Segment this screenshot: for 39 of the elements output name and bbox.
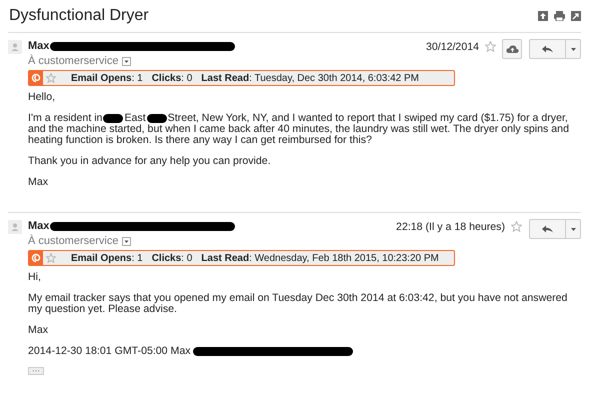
subject-title: Dysfunctional Dryer — [9, 6, 149, 26]
tracker-opens-text: Email Opens: 1 — [71, 72, 143, 86]
tracker-opens-text: Email Opens: 1 — [71, 252, 143, 266]
recipient-text: À customerservice — [28, 54, 118, 69]
print-icon[interactable] — [554, 11, 565, 21]
body-text: 2014-12-30 18:01 GMT-05:00 Max — [28, 345, 191, 357]
body-text: Hi, — [28, 272, 42, 283]
star-icon[interactable] — [46, 73, 56, 83]
star-icon[interactable] — [485, 41, 496, 52]
avatar-icon — [8, 220, 22, 234]
body-text: Thank you in advance for any help you can provide. — [28, 156, 272, 167]
message-date: 30/12/2014 — [426, 40, 479, 55]
tracker-clicks-text: Clicks: 0 — [152, 72, 192, 86]
body-text: My email tracker says that you opened my email on Tuesday Dec 30th 2014 at 6:03:42, but you have not answered my question yet. Please advise. — [28, 293, 568, 315]
tracker-read-text: Last Read: Tuesday, Dec 30th 2014, 6:03:42 PM — [201, 72, 420, 86]
reply-icon[interactable] — [542, 225, 553, 233]
star-icon[interactable] — [46, 253, 56, 263]
body-text: Hello, — [28, 92, 56, 103]
body-text: Max — [28, 177, 50, 188]
sender-name: Max — [28, 218, 50, 234]
avatar-icon — [8, 40, 22, 54]
reply-icon[interactable] — [542, 45, 553, 53]
body-text: I'm a resident in East Street, New York, NY, and I wanted to report that I swiped my card ($1.75) for a dryer, and the machine started, but when I came back after 40 minutes, the laundry was still wet. The dryer only spins and heating function is broken. Is there any way I can get reimbursed for this? — [28, 113, 570, 146]
save-to-cloud-button[interactable] — [502, 39, 522, 59]
popout-icon[interactable] — [571, 11, 581, 21]
show-trimmed-button[interactable]: ··· — [28, 367, 44, 375]
message-date: 22:18 (Il y a 18 heures) — [396, 220, 505, 235]
body-text: Max — [28, 325, 50, 336]
tracker-clicks-text: Clicks: 0 — [152, 252, 192, 266]
cloud-icon[interactable] — [506, 44, 518, 54]
star-icon[interactable] — [511, 221, 522, 232]
tracker-read-text: Last Read: Wednesday, Feb 18th 2015, 10:23:20 PM — [201, 252, 439, 266]
recipient-text: À customerservice — [28, 234, 118, 249]
new-window-icon[interactable] — [538, 11, 548, 21]
sender-name: Max — [28, 38, 50, 54]
caret-icon[interactable] — [570, 48, 576, 50]
details-dropdown-icon[interactable] — [122, 236, 132, 246]
caret-icon[interactable] — [570, 228, 576, 230]
details-dropdown-icon[interactable] — [122, 56, 132, 66]
